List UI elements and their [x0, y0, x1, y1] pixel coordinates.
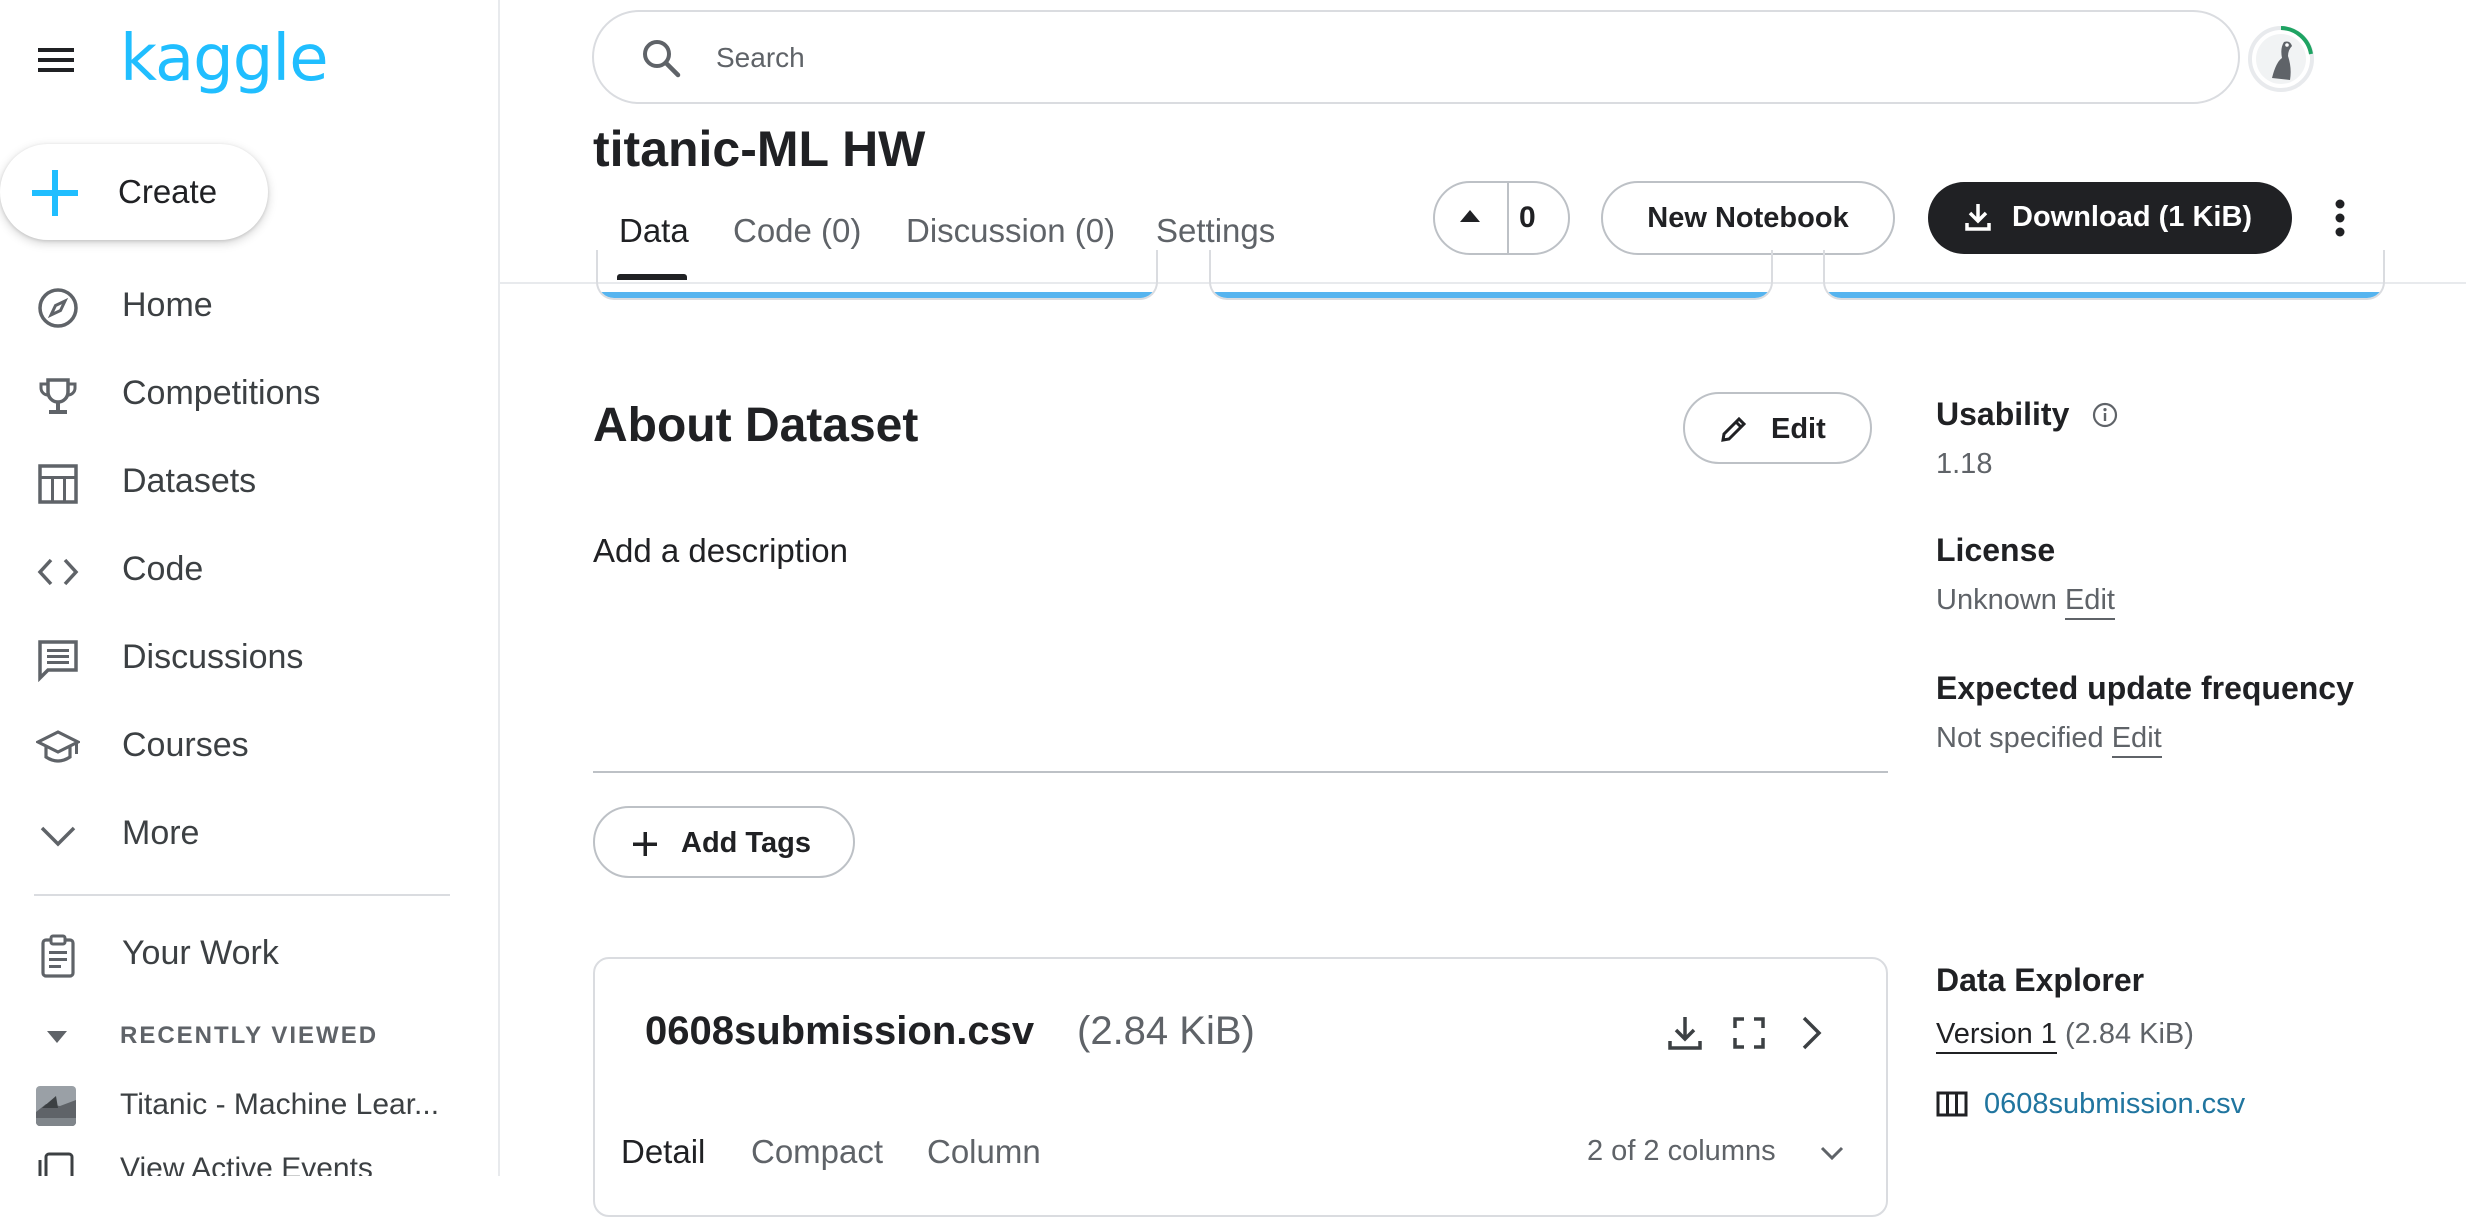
recent-item-label: View Active Events [120, 1152, 373, 1176]
summary-card [1209, 250, 1773, 300]
version-row: Version 1 (2.84 KiB) [1936, 1018, 2194, 1054]
pencil-icon [1719, 414, 1749, 444]
view-tab-column[interactable]: Column [927, 1133, 1041, 1171]
edit-label: Edit [1771, 413, 1826, 445]
sidebar-item-label: More [122, 814, 200, 852]
recently-viewed-heading: RECENTLY VIEWED [120, 1022, 379, 1049]
trophy-icon [36, 374, 80, 418]
download-button[interactable]: Download (1 KiB) [1928, 182, 2292, 254]
tab-settings[interactable]: Settings [1156, 212, 1275, 250]
description-placeholder[interactable]: Add a description [593, 532, 848, 570]
update-frequency-heading: Expected update frequency [1936, 670, 2354, 706]
comment-icon [36, 638, 80, 682]
recent-item-label: Titanic - Machine Lear... [120, 1088, 440, 1121]
sidebar-item-competitions[interactable]: Competitions [0, 354, 480, 434]
tab-code[interactable]: Code (0) [733, 212, 861, 250]
sidebar-item-label: Courses [122, 726, 249, 764]
sidebar-item-label: Discussions [122, 638, 304, 676]
search-bar[interactable] [592, 10, 2240, 104]
file-preview-card: 0608submission.csv (2.84 KiB) Detail Com… [593, 957, 1888, 1217]
sidebar-item-your-work[interactable]: Your Work [0, 914, 480, 994]
new-notebook-button[interactable]: New Notebook [1601, 181, 1895, 255]
avatar[interactable] [2246, 24, 2316, 94]
sidebar-item-datasets[interactable]: Datasets [0, 442, 480, 522]
table-columns-icon [1936, 1091, 1968, 1117]
add-tags-button[interactable]: Add Tags [593, 806, 855, 878]
tab-discussion[interactable]: Discussion (0) [906, 212, 1115, 250]
sidebar-item-label: Code [122, 550, 204, 588]
download-label: Download (1 KiB) [2012, 201, 2253, 233]
upvote-button[interactable] [1435, 183, 1505, 253]
sidebar-item-home[interactable]: Home [0, 266, 480, 346]
code-icon [36, 550, 80, 594]
file-size: (2.84 KiB) [1077, 1009, 1255, 1053]
version-size: (2.84 KiB) [2064, 1018, 2194, 1050]
school-icon [36, 726, 80, 770]
plus-icon [30, 168, 80, 218]
page-title: titanic-ML HW [593, 121, 926, 177]
download-icon [1964, 202, 1992, 232]
sidebar-item-more[interactable]: More [0, 794, 480, 874]
sidebar-item-discussions[interactable]: Discussions [0, 618, 480, 698]
vote-divider [1507, 183, 1509, 253]
create-label: Create [118, 173, 218, 210]
summary-card [596, 250, 1158, 300]
caret-down-icon [46, 1030, 68, 1044]
plus-icon [631, 830, 659, 858]
license-edit-link[interactable]: Edit [2064, 584, 2115, 620]
usability-heading: Usability [1936, 396, 2070, 432]
sidebar-item-label: Datasets [122, 462, 257, 500]
sidebar-item-label: Your Work [122, 934, 279, 972]
recent-item-active-events[interactable]: View Active Events [0, 1144, 480, 1176]
view-tab-compact[interactable]: Compact [751, 1133, 883, 1171]
edit-button[interactable]: Edit [1683, 392, 1872, 464]
license-row: Unknown Edit [1936, 584, 2115, 620]
sidebar: kaggle Create Home Competitions Datasets… [0, 0, 500, 1176]
table-icon [36, 462, 80, 506]
sidebar-item-label: Competitions [122, 374, 321, 412]
columns-select-label: 2 of 2 columns [1587, 1135, 1776, 1167]
view-tab-detail[interactable]: Detail [621, 1133, 705, 1171]
search-input[interactable] [714, 30, 2118, 86]
more-options-icon[interactable] [2318, 196, 2362, 240]
about-dataset-heading: About Dataset [593, 399, 919, 452]
license-heading: License [1936, 532, 2056, 568]
compass-icon [36, 286, 80, 330]
create-button[interactable]: Create [0, 144, 268, 240]
update-frequency-edit-link[interactable]: Edit [2111, 722, 2162, 758]
sidebar-item-label: Home [122, 286, 213, 324]
add-tags-label: Add Tags [681, 827, 811, 859]
info-icon[interactable] [2092, 402, 2118, 428]
menu-icon[interactable] [36, 40, 76, 80]
kaggle-logo[interactable]: kaggle [120, 22, 329, 96]
caret-up-icon [1460, 210, 1480, 222]
version-link[interactable]: Version 1 [1936, 1018, 2057, 1054]
chevron-down-icon [36, 814, 80, 858]
clipboard-icon [36, 934, 80, 978]
update-frequency-row: Not specified Edit [1936, 722, 2162, 758]
chevron-down-icon [1820, 1146, 1844, 1161]
events-icon [36, 1150, 76, 1176]
chevron-right-icon[interactable] [1791, 1013, 1831, 1053]
vote-count: 0 [1519, 201, 1536, 234]
recent-item-titanic[interactable]: Titanic - Machine Lear... [0, 1080, 480, 1136]
content-divider [593, 771, 1888, 773]
titanic-thumbnail [36, 1086, 76, 1126]
file-name: 0608submission.csv [645, 1009, 1035, 1053]
search-icon [640, 37, 682, 79]
update-frequency-value: Not specified [1936, 722, 2104, 754]
summary-card [1823, 250, 2385, 300]
data-explorer-heading: Data Explorer [1936, 962, 2145, 998]
usability-value: 1.18 [1936, 448, 1993, 480]
sidebar-item-code[interactable]: Code [0, 530, 480, 610]
fullscreen-icon[interactable] [1729, 1013, 1769, 1053]
columns-select[interactable]: 2 of 2 columns [1587, 1135, 1844, 1168]
tab-data[interactable]: Data [619, 212, 689, 250]
explorer-file-name: 0608submission.csv [1984, 1088, 2246, 1120]
vote-widget: 0 [1433, 181, 1570, 255]
file-download-icon[interactable] [1665, 1013, 1705, 1053]
sidebar-item-courses[interactable]: Courses [0, 706, 480, 786]
license-value: Unknown [1936, 584, 2057, 616]
sidebar-divider [34, 894, 450, 896]
